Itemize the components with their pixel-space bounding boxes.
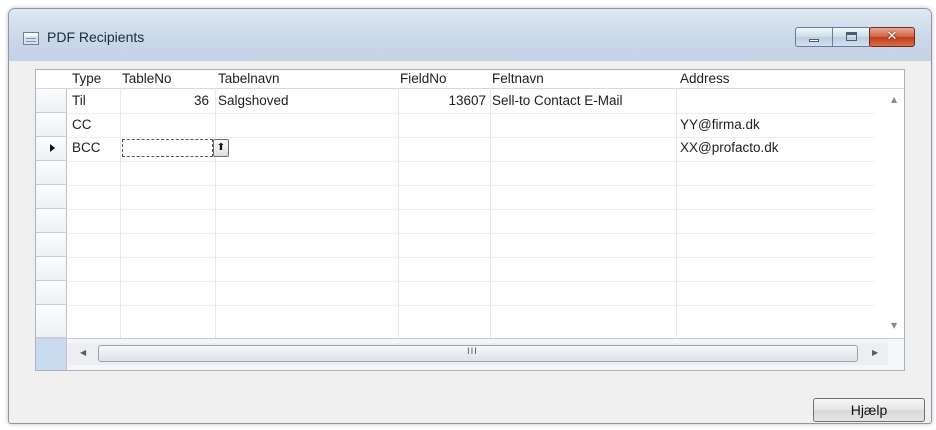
help-button[interactable]: Hjælp	[813, 398, 925, 422]
row-selector[interactable]	[36, 209, 67, 233]
window-title: PDF Recipients	[47, 29, 145, 45]
table-window-icon	[23, 32, 39, 45]
tableno-edit-field[interactable]	[122, 139, 213, 157]
grid-header: Type TableNo Tabelnavn FieldNo Feltnavn …	[36, 70, 904, 89]
row-selector[interactable]	[36, 89, 67, 113]
horizontal-scrollbar[interactable]: ◀ III ▶	[68, 343, 888, 365]
column-header-tableno[interactable]: TableNo	[122, 70, 172, 88]
grid-divider	[398, 88, 399, 338]
recipients-grid[interactable]: Type TableNo Tabelnavn FieldNo Feltnavn …	[35, 69, 905, 371]
maximize-icon	[846, 32, 857, 41]
minimize-icon	[809, 39, 819, 42]
scroll-left-icon[interactable]: ◀	[80, 348, 86, 357]
row-selector[interactable]	[36, 281, 67, 305]
cell-fieldno[interactable]: 13607	[400, 90, 486, 112]
grid-divider	[67, 161, 874, 162]
row-selector[interactable]	[36, 305, 67, 338]
grid-divider	[67, 281, 874, 282]
row-selector[interactable]	[36, 113, 67, 137]
column-header-tabelnavn[interactable]: Tabelnavn	[218, 70, 280, 88]
cell-tabelnavn[interactable]: Salgshoved	[218, 90, 289, 112]
scroll-up-icon[interactable]: ▲	[891, 95, 897, 104]
column-header-type[interactable]: Type	[72, 70, 101, 88]
close-icon: ✕	[886, 29, 898, 44]
cell-address[interactable]: YY@firma.dk	[680, 114, 760, 136]
column-header-feltnavn[interactable]: Feltnavn	[492, 70, 544, 88]
cell-type[interactable]: Til	[72, 90, 86, 112]
row-selector[interactable]	[36, 233, 67, 257]
minimize-button[interactable]	[795, 27, 833, 47]
cell-tableno[interactable]: 36	[122, 90, 209, 112]
row-selector[interactable]	[36, 257, 67, 281]
scroll-right-icon[interactable]: ▶	[872, 348, 878, 357]
cell-type[interactable]: CC	[72, 114, 92, 136]
grid-divider	[67, 185, 874, 186]
grid-divider	[215, 88, 216, 338]
horizontal-scroll-thumb[interactable]: III	[98, 345, 858, 362]
grid-corner	[36, 339, 67, 370]
row-selector[interactable]	[36, 185, 67, 209]
title-bar[interactable]: PDF Recipients ✕	[9, 9, 931, 61]
grid-divider	[490, 88, 491, 338]
row-selector[interactable]	[36, 161, 67, 185]
grid-divider	[67, 305, 874, 306]
pdf-recipients-window: PDF Recipients ✕ Type TableNo Tabelnavn …	[8, 8, 932, 424]
dialog-body: Type TableNo Tabelnavn FieldNo Feltnavn …	[23, 61, 925, 422]
cell-address[interactable]: XX@profacto.dk	[680, 137, 779, 159]
lookup-button[interactable]: ⬆	[213, 139, 229, 157]
maximize-button[interactable]	[832, 27, 870, 47]
grid-footer: ◀ III ▶	[36, 338, 904, 370]
scroll-grip-icon: III	[467, 347, 478, 357]
column-header-address[interactable]: Address	[680, 70, 730, 88]
scroll-down-icon[interactable]: ▼	[891, 321, 897, 330]
grid-divider	[67, 209, 874, 210]
column-header-fieldno[interactable]: FieldNo	[400, 70, 447, 88]
grid-divider	[676, 88, 677, 338]
lookup-arrow-icon: ⬆	[216, 142, 226, 153]
close-button[interactable]: ✕	[869, 27, 915, 47]
row-selector-current[interactable]	[36, 137, 67, 161]
grid-divider	[120, 88, 121, 338]
cell-feltnavn[interactable]: Sell-to Contact E-Mail	[492, 90, 623, 112]
grid-divider	[67, 233, 874, 234]
vertical-scrollbar[interactable]: ▲ ▼	[887, 89, 904, 338]
cell-type[interactable]: BCC	[72, 137, 101, 159]
grid-divider	[67, 257, 874, 258]
